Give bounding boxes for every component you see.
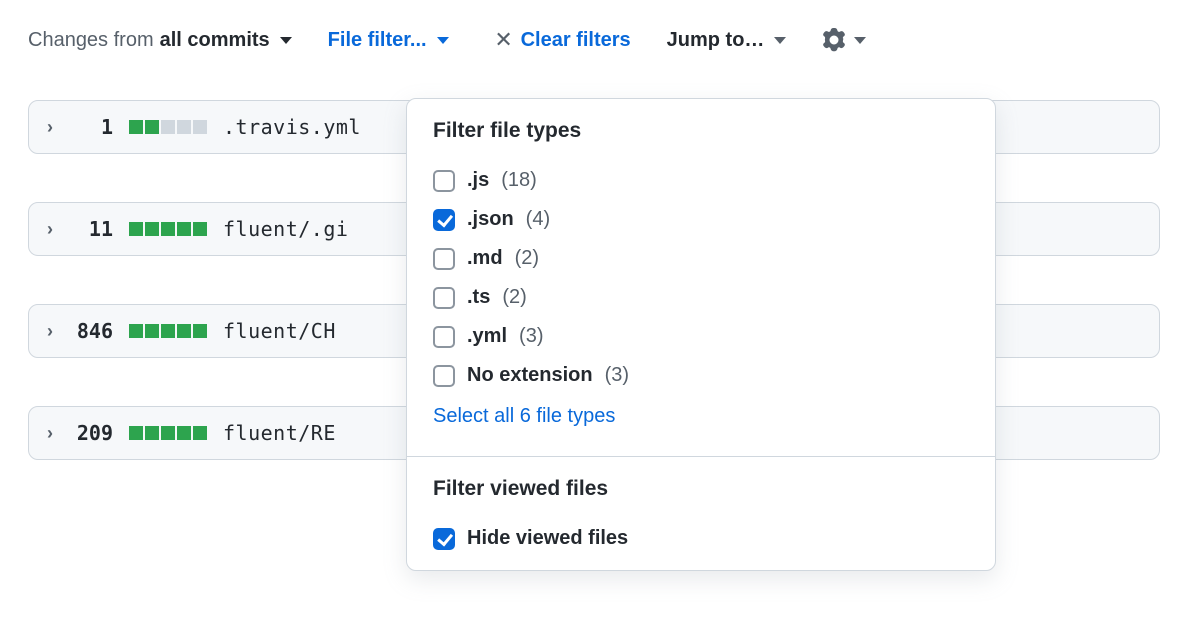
changes-from-prefix: Changes from: [28, 29, 154, 52]
checkbox-icon: [433, 248, 455, 270]
hide-viewed-files-toggle[interactable]: Hide viewed files: [433, 519, 969, 558]
diff-count: 846: [69, 319, 113, 343]
filter-type-ext: .js: [467, 169, 489, 192]
clear-filters-button[interactable]: ✕ Clear filters: [493, 29, 631, 52]
filter-type-count: (3): [605, 364, 629, 387]
filter-type-count: (4): [526, 208, 550, 231]
gear-icon: [822, 28, 846, 52]
hide-viewed-label: Hide viewed files: [467, 527, 628, 550]
filter-viewed-section: Filter viewed files Hide viewed files: [407, 457, 995, 570]
filter-type-ext: .ts: [467, 286, 490, 309]
file-name: fluent/CH: [223, 319, 336, 343]
files-area: › 1 .travis.yml › 11 fluent/.gi › 846 fl…: [0, 100, 1188, 460]
chevron-right-icon: ›: [47, 321, 53, 342]
file-filter-panel: Filter file types .js (18) .json (4) .md…: [406, 98, 996, 571]
chevron-right-icon: ›: [47, 117, 53, 138]
checkbox-icon: [433, 326, 455, 348]
diff-bar: [129, 426, 207, 440]
filter-types-section: Filter file types .js (18) .json (4) .md…: [407, 99, 995, 456]
diff-count: 209: [69, 421, 113, 445]
filter-type-ext: .md: [467, 247, 503, 270]
diff-count: 11: [69, 217, 113, 241]
filter-type-md[interactable]: .md (2): [433, 239, 969, 278]
checkbox-icon: [433, 287, 455, 309]
diff-bar: [129, 120, 207, 134]
settings-dropdown[interactable]: [822, 28, 866, 52]
filter-type-count: (2): [502, 286, 526, 309]
close-icon: ✕: [493, 29, 515, 51]
caret-down-icon: [437, 37, 449, 44]
diff-count: 1: [69, 115, 113, 139]
filter-type-ext: No extension: [467, 364, 593, 387]
filter-type-ext: .json: [467, 208, 514, 231]
checkbox-icon: [433, 365, 455, 387]
filter-type-noext[interactable]: No extension (3): [433, 356, 969, 395]
filter-type-count: (18): [501, 169, 537, 192]
file-filter-label: File filter...: [328, 29, 427, 52]
changes-from-dropdown[interactable]: Changes from all commits: [28, 29, 292, 52]
diff-toolbar: Changes from all commits File filter... …: [0, 28, 1188, 70]
caret-down-icon: [854, 37, 866, 44]
clear-filters-label: Clear filters: [521, 29, 631, 52]
checkbox-icon: [433, 170, 455, 192]
changes-from-value: all commits: [160, 29, 270, 52]
select-all-file-types[interactable]: Select all 6 file types: [433, 395, 969, 444]
jump-to-label: Jump to…: [667, 29, 765, 52]
chevron-right-icon: ›: [47, 219, 53, 240]
file-name: .travis.yml: [223, 115, 361, 139]
filter-type-js[interactable]: .js (18): [433, 161, 969, 200]
file-filter-dropdown[interactable]: File filter...: [328, 29, 449, 52]
diff-bar: [129, 222, 207, 236]
chevron-right-icon: ›: [47, 423, 53, 444]
filter-type-ext: .yml: [467, 325, 507, 348]
filter-types-header: Filter file types: [433, 119, 969, 143]
jump-to-dropdown[interactable]: Jump to…: [667, 29, 787, 52]
checkbox-checked-icon: [433, 209, 455, 231]
filter-type-json[interactable]: .json (4): [433, 200, 969, 239]
caret-down-icon: [280, 37, 292, 44]
filter-type-yml[interactable]: .yml (3): [433, 317, 969, 356]
filter-type-count: (3): [519, 325, 543, 348]
caret-down-icon: [774, 37, 786, 44]
checkbox-checked-icon: [433, 528, 455, 550]
file-name: fluent/.gi: [223, 217, 348, 241]
diff-bar: [129, 324, 207, 338]
filter-type-count: (2): [515, 247, 539, 270]
filter-viewed-header: Filter viewed files: [433, 477, 969, 501]
file-name: fluent/RE: [223, 421, 336, 445]
filter-type-ts[interactable]: .ts (2): [433, 278, 969, 317]
